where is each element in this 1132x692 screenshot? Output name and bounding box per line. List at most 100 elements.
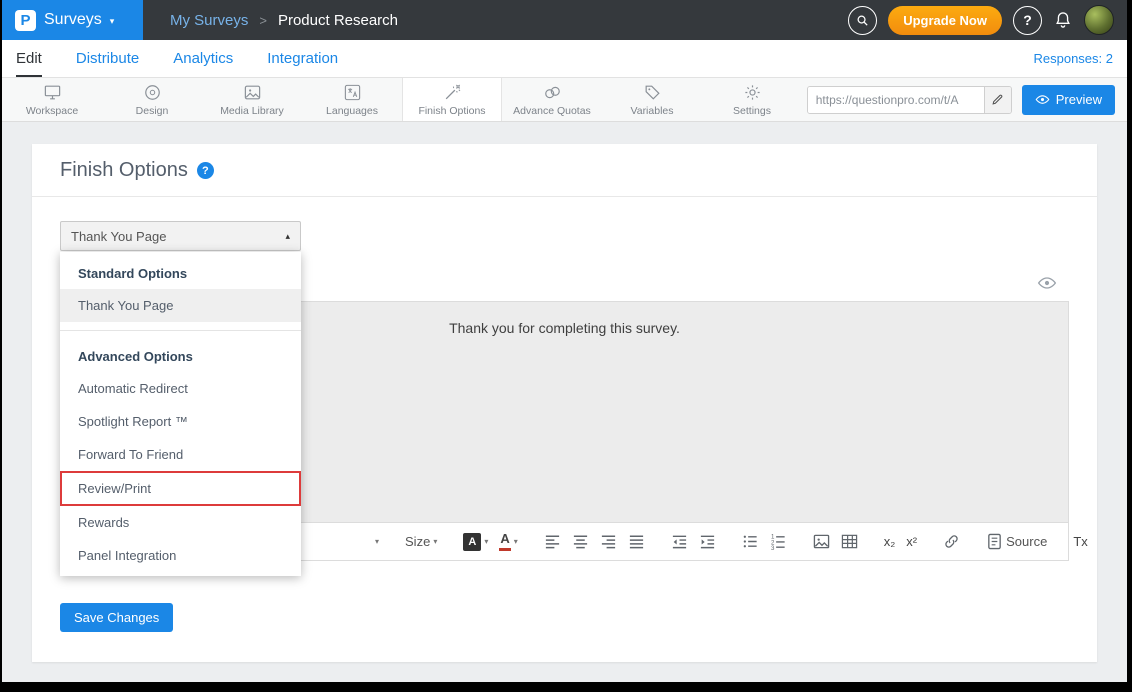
menu-divider	[60, 330, 301, 331]
tab-edit[interactable]: Edit	[16, 40, 42, 77]
tab-analytics[interactable]: Analytics	[173, 40, 233, 77]
edit-url-button[interactable]	[984, 87, 1011, 113]
breadcrumb-current-survey: Product Research	[278, 12, 398, 29]
insert-table-button[interactable]	[839, 530, 860, 553]
chevron-down-icon: ▾	[433, 537, 437, 546]
edit-toolbar: Workspace Design Media Library	[2, 78, 1127, 122]
align-right-button[interactable]	[598, 530, 619, 553]
languages-icon	[343, 83, 362, 102]
remove-format-button[interactable]: Tx	[1071, 531, 1089, 552]
user-avatar[interactable]	[1084, 5, 1114, 35]
topbar-actions: Upgrade Now ?	[848, 5, 1127, 35]
survey-nav: Edit Distribute Analytics Integration Re…	[2, 40, 1127, 78]
menu-item-automatic-redirect[interactable]: Automatic Redirect	[60, 372, 301, 405]
breadcrumb-separator: >	[259, 13, 267, 28]
background-color-icon: A	[463, 533, 481, 551]
font-size-dropdown[interactable]: Size ▾	[403, 531, 439, 552]
chevron-down-icon: ▾	[110, 16, 115, 27]
finish-options-wand-icon	[443, 83, 462, 102]
bell-icon	[1053, 10, 1073, 30]
align-left-button[interactable]	[542, 530, 563, 553]
toolbar-item-settings[interactable]: Settings	[702, 78, 802, 121]
notifications-button[interactable]	[1053, 10, 1073, 30]
eye-icon	[1035, 92, 1050, 107]
increase-indent-button[interactable]	[697, 530, 718, 553]
menu-item-rewards[interactable]: Rewards	[60, 506, 301, 539]
surveys-app-menu[interactable]: P Surveys ▾	[2, 0, 143, 40]
card-body: Thank You Page ▴ Standard Options Thank …	[32, 197, 1097, 662]
survey-url-box	[807, 86, 1012, 114]
bulleted-list-button[interactable]	[740, 530, 761, 553]
chevron-down-icon: ▾	[484, 537, 488, 546]
card-header: Finish Options ?	[32, 144, 1097, 197]
chevron-up-icon: ▴	[285, 231, 290, 242]
search-button[interactable]	[848, 6, 877, 35]
format-dropdown-button[interactable]: ▾	[373, 534, 381, 549]
help-button[interactable]: ?	[1013, 6, 1042, 35]
page-help-button[interactable]: ?	[197, 162, 214, 179]
subscript-button[interactable]: x₂	[882, 531, 898, 552]
toolbar-item-variables[interactable]: Variables	[602, 78, 702, 121]
text-color-button[interactable]: A ▾	[497, 529, 519, 553]
bulleted-list-icon	[742, 533, 759, 550]
menu-group-standard-options: Standard Options	[60, 256, 301, 289]
toolbar-item-finish-options[interactable]: Finish Options	[402, 78, 502, 121]
workspace-icon	[43, 83, 62, 102]
superscript-button[interactable]: x²	[904, 531, 919, 552]
background-color-button[interactable]: A ▾	[461, 530, 490, 554]
questionpro-logo-icon: P	[15, 10, 36, 31]
finish-option-select[interactable]: Thank You Page ▴	[60, 221, 301, 251]
app-window: P Surveys ▾ My Surveys > Product Researc…	[2, 0, 1127, 682]
toolbar-item-workspace[interactable]: Workspace	[2, 78, 102, 121]
subscript-icon: x₂	[884, 534, 896, 549]
finish-options-card: Finish Options ? Thank You Page ▴ Standa…	[32, 144, 1097, 662]
tab-integration[interactable]: Integration	[267, 40, 338, 77]
toolbar-item-media-library[interactable]: Media Library	[202, 78, 302, 121]
align-left-icon	[544, 533, 561, 550]
menu-item-spotlight-report[interactable]: Spotlight Report ™	[60, 405, 301, 438]
responses-count[interactable]: Responses: 2	[1034, 51, 1114, 66]
align-right-icon	[600, 533, 617, 550]
breadcrumb-my-surveys[interactable]: My Surveys	[170, 12, 248, 29]
survey-tabs: Edit Distribute Analytics Integration	[16, 40, 338, 77]
align-justify-icon	[628, 533, 645, 550]
menu-item-thank-you-page[interactable]: Thank You Page	[60, 289, 301, 322]
eye-icon	[1037, 273, 1057, 293]
align-justify-button[interactable]	[626, 530, 647, 553]
toolbar-item-design[interactable]: Design	[102, 78, 202, 121]
tab-distribute[interactable]: Distribute	[76, 40, 139, 77]
superscript-icon: x²	[906, 534, 917, 549]
align-center-icon	[572, 533, 589, 550]
menu-item-review-print[interactable]: Review/Print	[60, 471, 301, 506]
image-icon	[813, 533, 830, 550]
pencil-icon	[991, 93, 1004, 106]
insert-image-button[interactable]	[811, 530, 832, 553]
menu-group-advanced-options: Advanced Options	[60, 339, 301, 372]
numbered-list-button[interactable]: 1 2 3	[768, 530, 789, 553]
decrease-indent-icon	[671, 533, 688, 550]
source-button[interactable]: Source	[984, 530, 1049, 553]
decrease-indent-button[interactable]	[669, 530, 690, 553]
media-library-icon	[243, 83, 262, 102]
toolbar-item-advance-quotas[interactable]: Advance Quotas	[502, 78, 602, 121]
align-center-button[interactable]	[570, 530, 591, 553]
toggle-preview-button[interactable]	[1037, 273, 1057, 293]
survey-url-input[interactable]	[808, 87, 984, 113]
app-menu-label: Surveys	[44, 11, 102, 29]
advance-quotas-icon	[543, 83, 562, 102]
menu-item-forward-to-friend[interactable]: Forward To Friend	[60, 438, 301, 471]
breadcrumb: My Surveys > Product Research	[170, 12, 398, 29]
preview-button[interactable]: Preview	[1022, 85, 1115, 115]
link-icon	[943, 533, 960, 550]
finish-option-menu: Standard Options Thank You Page Advanced…	[60, 252, 301, 576]
remove-format-icon: Tx	[1073, 534, 1087, 549]
save-changes-button[interactable]: Save Changes	[60, 603, 173, 632]
menu-item-panel-integration[interactable]: Panel Integration	[60, 539, 301, 572]
upgrade-now-button[interactable]: Upgrade Now	[888, 6, 1002, 35]
svg-text:3: 3	[771, 545, 775, 550]
numbered-list-icon: 1 2 3	[770, 533, 787, 550]
increase-indent-icon	[699, 533, 716, 550]
selected-value: Thank You Page	[71, 229, 166, 244]
toolbar-item-languages[interactable]: Languages	[302, 78, 402, 121]
insert-link-button[interactable]	[941, 530, 962, 553]
